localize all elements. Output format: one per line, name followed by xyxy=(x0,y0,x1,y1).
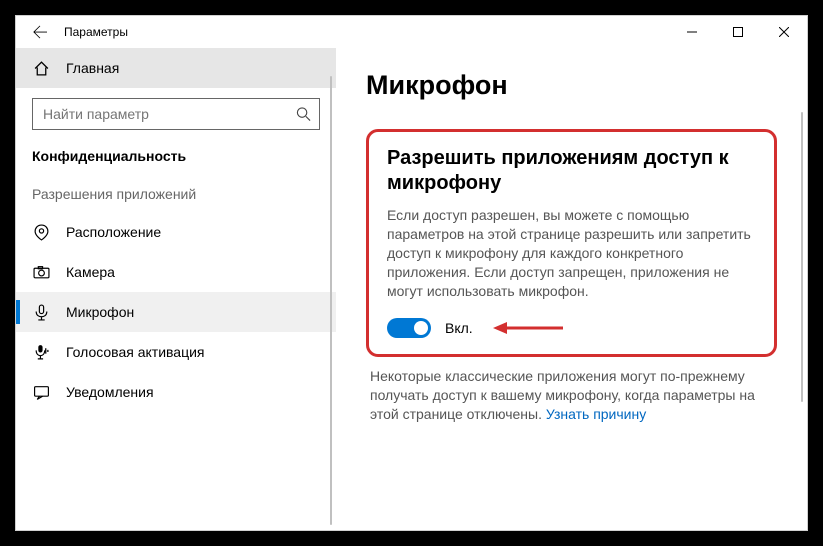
sidebar-item-location[interactable]: Расположение xyxy=(16,212,336,252)
section-description: Если доступ разрешен, вы можете с помощь… xyxy=(387,206,756,300)
maximize-icon xyxy=(733,27,743,37)
minimize-icon xyxy=(687,27,697,37)
notifications-icon xyxy=(32,383,50,401)
sidebar-item-label: Расположение xyxy=(66,224,161,240)
sidebar-item-home[interactable]: Главная xyxy=(16,48,336,88)
search-input-container[interactable] xyxy=(32,98,320,130)
settings-window: Параметры Главная xyxy=(15,15,808,531)
sidebar-item-camera[interactable]: Камера xyxy=(16,252,336,292)
content-pane: Микрофон Разрешить приложениям доступ к … xyxy=(336,48,807,530)
sidebar-scrollbar[interactable] xyxy=(330,76,332,525)
camera-icon xyxy=(32,263,50,281)
page-title: Микрофон xyxy=(366,70,777,101)
microphone-access-toggle[interactable] xyxy=(387,318,431,338)
sidebar: Главная Конфиденциальность Разрешения пр… xyxy=(16,48,336,530)
titlebar: Параметры xyxy=(16,16,807,48)
home-icon xyxy=(32,59,50,77)
sidebar-item-voice-activation[interactable]: Голосовая активация xyxy=(16,332,336,372)
content-scrollbar[interactable] xyxy=(801,112,803,402)
sidebar-section-title: Конфиденциальность xyxy=(16,148,336,186)
window-title: Параметры xyxy=(64,25,128,39)
voice-activation-icon xyxy=(32,343,50,361)
sidebar-item-label: Камера xyxy=(66,264,115,280)
search-icon xyxy=(296,107,311,122)
sidebar-subhead: Разрешения приложений xyxy=(16,186,336,212)
note-text: Некоторые классические приложения могут … xyxy=(366,367,777,424)
sidebar-item-label: Голосовая активация xyxy=(66,344,205,360)
annotation-arrow xyxy=(493,319,563,337)
microphone-icon xyxy=(32,303,50,321)
sidebar-home-label: Главная xyxy=(66,60,119,76)
search-input[interactable] xyxy=(33,99,319,129)
sidebar-item-label: Микрофон xyxy=(66,304,134,320)
arrow-left-icon xyxy=(33,25,47,39)
minimize-button[interactable] xyxy=(669,16,715,48)
maximize-button[interactable] xyxy=(715,16,761,48)
section-heading: Разрешить приложениям доступ к микрофону xyxy=(387,146,756,196)
close-icon xyxy=(779,27,789,37)
close-button[interactable] xyxy=(761,16,807,48)
location-icon xyxy=(32,223,50,241)
highlight-box: Разрешить приложениям доступ к микрофону… xyxy=(366,129,777,357)
sidebar-item-notifications[interactable]: Уведомления xyxy=(16,372,336,412)
learn-more-link[interactable]: Узнать причину xyxy=(546,406,646,422)
back-button[interactable] xyxy=(24,16,56,48)
toggle-label: Вкл. xyxy=(445,320,473,336)
sidebar-item-microphone[interactable]: Микрофон xyxy=(16,292,336,332)
sidebar-item-label: Уведомления xyxy=(66,384,154,400)
